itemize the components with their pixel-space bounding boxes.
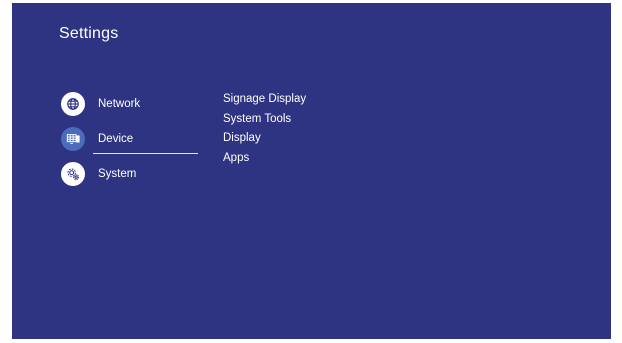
sidebar-item-network[interactable]: Network [61,86,201,121]
sidebar-item-label: Network [98,97,141,110]
settings-screen: Settings Network Device System Signage D… [12,3,611,339]
device-submenu: Signage Display System Tools Display App… [223,90,306,168]
submenu-item-system-tools[interactable]: System Tools [223,110,306,130]
submenu-item-signage-display[interactable]: Signage Display [223,90,306,110]
sidebar-item-label: Device [98,132,134,145]
submenu-item-display[interactable]: Display [223,129,306,149]
settings-category-list: Network Device System [61,86,201,191]
globe-icon [61,91,85,116]
display-grid-icon [61,126,85,151]
page-title: Settings [59,25,119,42]
selection-underline [93,153,198,154]
sidebar-item-system[interactable]: System [61,156,201,191]
submenu-item-apps[interactable]: Apps [223,149,306,169]
gear-icon [61,161,85,186]
sidebar-item-device[interactable]: Device [61,121,201,156]
sidebar-item-label: System [98,167,137,180]
